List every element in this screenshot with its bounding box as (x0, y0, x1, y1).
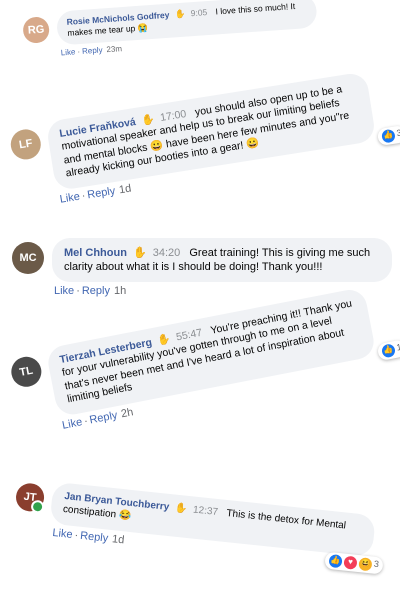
comment-tierzah: TL Tierzah Lesterberg ✋ 55:47 You're pre… (8, 283, 400, 439)
timestamp[interactable]: 9:05 (190, 7, 207, 18)
badge-icon: ✋ (140, 113, 156, 127)
like-reaction-icon: 👍 (380, 342, 397, 359)
online-status-icon (30, 499, 45, 514)
reaction-summary[interactable]: 👍 1 (376, 338, 400, 361)
reaction-count: 3 (395, 128, 400, 139)
comment-lucie: LF Lucie Fraňková ✋ 17:00 you should als… (8, 69, 400, 212)
avatar[interactable]: RG (22, 16, 51, 44)
badge-icon: ✋ (156, 332, 172, 348)
timestamp[interactable]: 12:37 (192, 505, 218, 519)
like-link[interactable]: Like (54, 285, 74, 297)
author-name[interactable]: Mel Chhoun (64, 247, 127, 259)
avatar[interactable]: TL (8, 354, 44, 390)
timestamp[interactable]: 34:20 (153, 247, 181, 259)
badge-icon: ✋ (174, 8, 186, 20)
comment-age[interactable]: 1d (118, 182, 132, 196)
haha-reaction-icon: 😆 (358, 556, 373, 572)
reply-link[interactable]: Reply (86, 185, 116, 201)
like-link[interactable]: Like (61, 416, 83, 432)
reply-link[interactable]: Reply (82, 285, 110, 297)
avatar[interactable]: JT (14, 481, 46, 514)
reaction-summary[interactable]: 👍 ♥ 😆 3 (324, 551, 384, 575)
comment-age[interactable]: 23m (106, 44, 122, 54)
love-reaction-icon: ♥ (343, 555, 358, 570)
comment-bubble: Mel Chhoun ✋ 34:20 Great training! This … (52, 238, 392, 283)
comment-age[interactable]: 1h (114, 285, 126, 297)
comment-mel: MC Mel Chhoun ✋ 34:20 Great training! Th… (12, 238, 392, 297)
reaction-summary[interactable]: 👍 3 (376, 124, 400, 146)
avatar[interactable]: MC (12, 242, 44, 274)
comment-age[interactable]: 1d (112, 533, 125, 546)
comment-age[interactable]: 2h (120, 406, 134, 420)
like-link[interactable]: Like (60, 47, 75, 57)
badge-icon: ✋ (133, 247, 147, 259)
reaction-count: 1 (395, 342, 400, 354)
like-reaction-icon: 👍 (328, 553, 343, 568)
reply-link[interactable]: Reply (82, 45, 103, 55)
like-reaction-icon: 👍 (380, 128, 396, 144)
comment-rosie: RG Rosie McNichols Godfrey ✋ 9:05 I love… (22, 0, 324, 60)
avatar[interactable]: LF (8, 127, 43, 162)
like-link[interactable]: Like (52, 527, 73, 541)
comment-jan: JT Jan Bryan Touchberry ✋ 12:37 This is … (12, 478, 386, 575)
reply-link[interactable]: Reply (88, 409, 118, 426)
like-link[interactable]: Like (59, 190, 81, 205)
reply-link[interactable]: Reply (80, 529, 109, 544)
reaction-count: 3 (373, 559, 380, 570)
badge-icon: ✋ (174, 502, 188, 515)
